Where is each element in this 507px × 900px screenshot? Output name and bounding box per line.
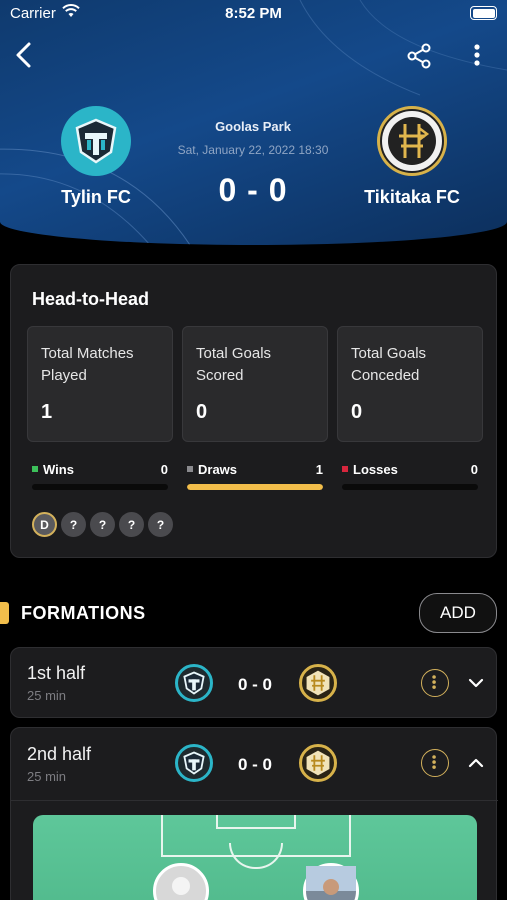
form-result: ? [61, 512, 86, 537]
player-avatar[interactable] [303, 863, 359, 900]
away-team-name[interactable]: Tikitaka FC [342, 187, 482, 208]
stat-label: Total Matches Played [41, 345, 134, 384]
more-vertical-icon[interactable] [466, 42, 488, 70]
stat-value: 0 [351, 401, 363, 423]
wins-count: 0 [160, 462, 168, 477]
away-team-mini-logo [299, 744, 337, 782]
stat-total-matches: Total Matches Played 1 [27, 326, 173, 442]
losses-color-swatch [342, 466, 348, 472]
head-to-head-card: Head-to-Head Total Matches Played 1 Tota… [10, 264, 497, 558]
form-result: D [32, 512, 57, 537]
half-name: 2nd half [27, 744, 92, 764]
player-avatar[interactable] [153, 863, 209, 900]
home-team-logo[interactable] [61, 106, 131, 176]
divider [11, 800, 498, 801]
draws-summary: Draws 1 [187, 462, 323, 490]
form-result: ? [90, 512, 115, 537]
chevron-down-icon[interactable] [466, 673, 486, 693]
stat-goals-conceded: Total Goals Conceded 0 [337, 326, 483, 442]
venue-name: Goolas Park [215, 119, 291, 134]
home-team-mini-logo [175, 744, 213, 782]
half-name: 1st half [27, 663, 86, 683]
match-datetime: Sat, January 22, 2022 18:30 [177, 143, 329, 157]
stat-value: 1 [41, 401, 53, 423]
losses-count: 0 [470, 462, 478, 477]
draws-bar [187, 484, 323, 490]
half-options-icon[interactable] [421, 749, 449, 777]
half-duration: 25 min [27, 688, 67, 703]
share-icon[interactable] [405, 42, 433, 70]
back-arrow-icon[interactable] [10, 40, 40, 70]
losses-bar [342, 484, 478, 490]
draws-bar-fill [187, 484, 323, 490]
home-team-name[interactable]: Tylin FC [26, 187, 166, 208]
penalty-arc [229, 843, 283, 869]
clock: 8:52 PM [225, 5, 282, 22]
chevron-up-icon[interactable] [466, 753, 486, 773]
stat-goals-scored: Total Goals Scored 0 [182, 326, 328, 442]
form-result: ? [148, 512, 173, 537]
wins-label: Wins [43, 462, 74, 477]
wins-summary: Wins 0 [32, 462, 168, 490]
battery-icon [470, 6, 497, 20]
status-bar: Carrier 8:52 PM [0, 0, 507, 28]
match-score: 0 - 0 [218, 172, 288, 208]
losses-summary: Losses 0 [342, 462, 478, 490]
add-formation-button[interactable]: ADD [419, 593, 497, 633]
goal-area [216, 815, 296, 829]
losses-label: Losses [353, 462, 398, 477]
head-to-head-title: Head-to-Head [32, 289, 150, 309]
half-options-icon[interactable] [421, 669, 449, 697]
form-result: ? [119, 512, 144, 537]
section-accent [0, 602, 9, 624]
half-duration: 25 min [27, 769, 67, 784]
home-team-mini-logo [175, 664, 213, 702]
match-header: Carrier 8:52 PM Tylin FC Tikitaka FC Goo… [0, 0, 507, 245]
away-team-mini-logo [299, 664, 337, 702]
stat-label: Total Goals Conceded [351, 345, 427, 384]
first-half-row[interactable]: 1st half 25 min 0 - 0 [10, 647, 497, 718]
draws-color-swatch [187, 466, 193, 472]
half-score: 0 - 0 [237, 755, 273, 774]
second-half-row[interactable]: 2nd half 25 min 0 - 0 [10, 727, 498, 900]
formation-pitch [33, 815, 477, 900]
draws-count: 1 [315, 462, 323, 477]
stat-label: Total Goals Scored [196, 345, 272, 384]
wins-color-swatch [32, 466, 38, 472]
formations-title: FORMATIONS [21, 603, 146, 623]
away-team-logo[interactable] [377, 106, 447, 176]
draws-label: Draws [198, 462, 238, 477]
half-score: 0 - 0 [237, 675, 273, 694]
wins-bar [32, 484, 168, 490]
stat-value: 0 [196, 401, 208, 423]
